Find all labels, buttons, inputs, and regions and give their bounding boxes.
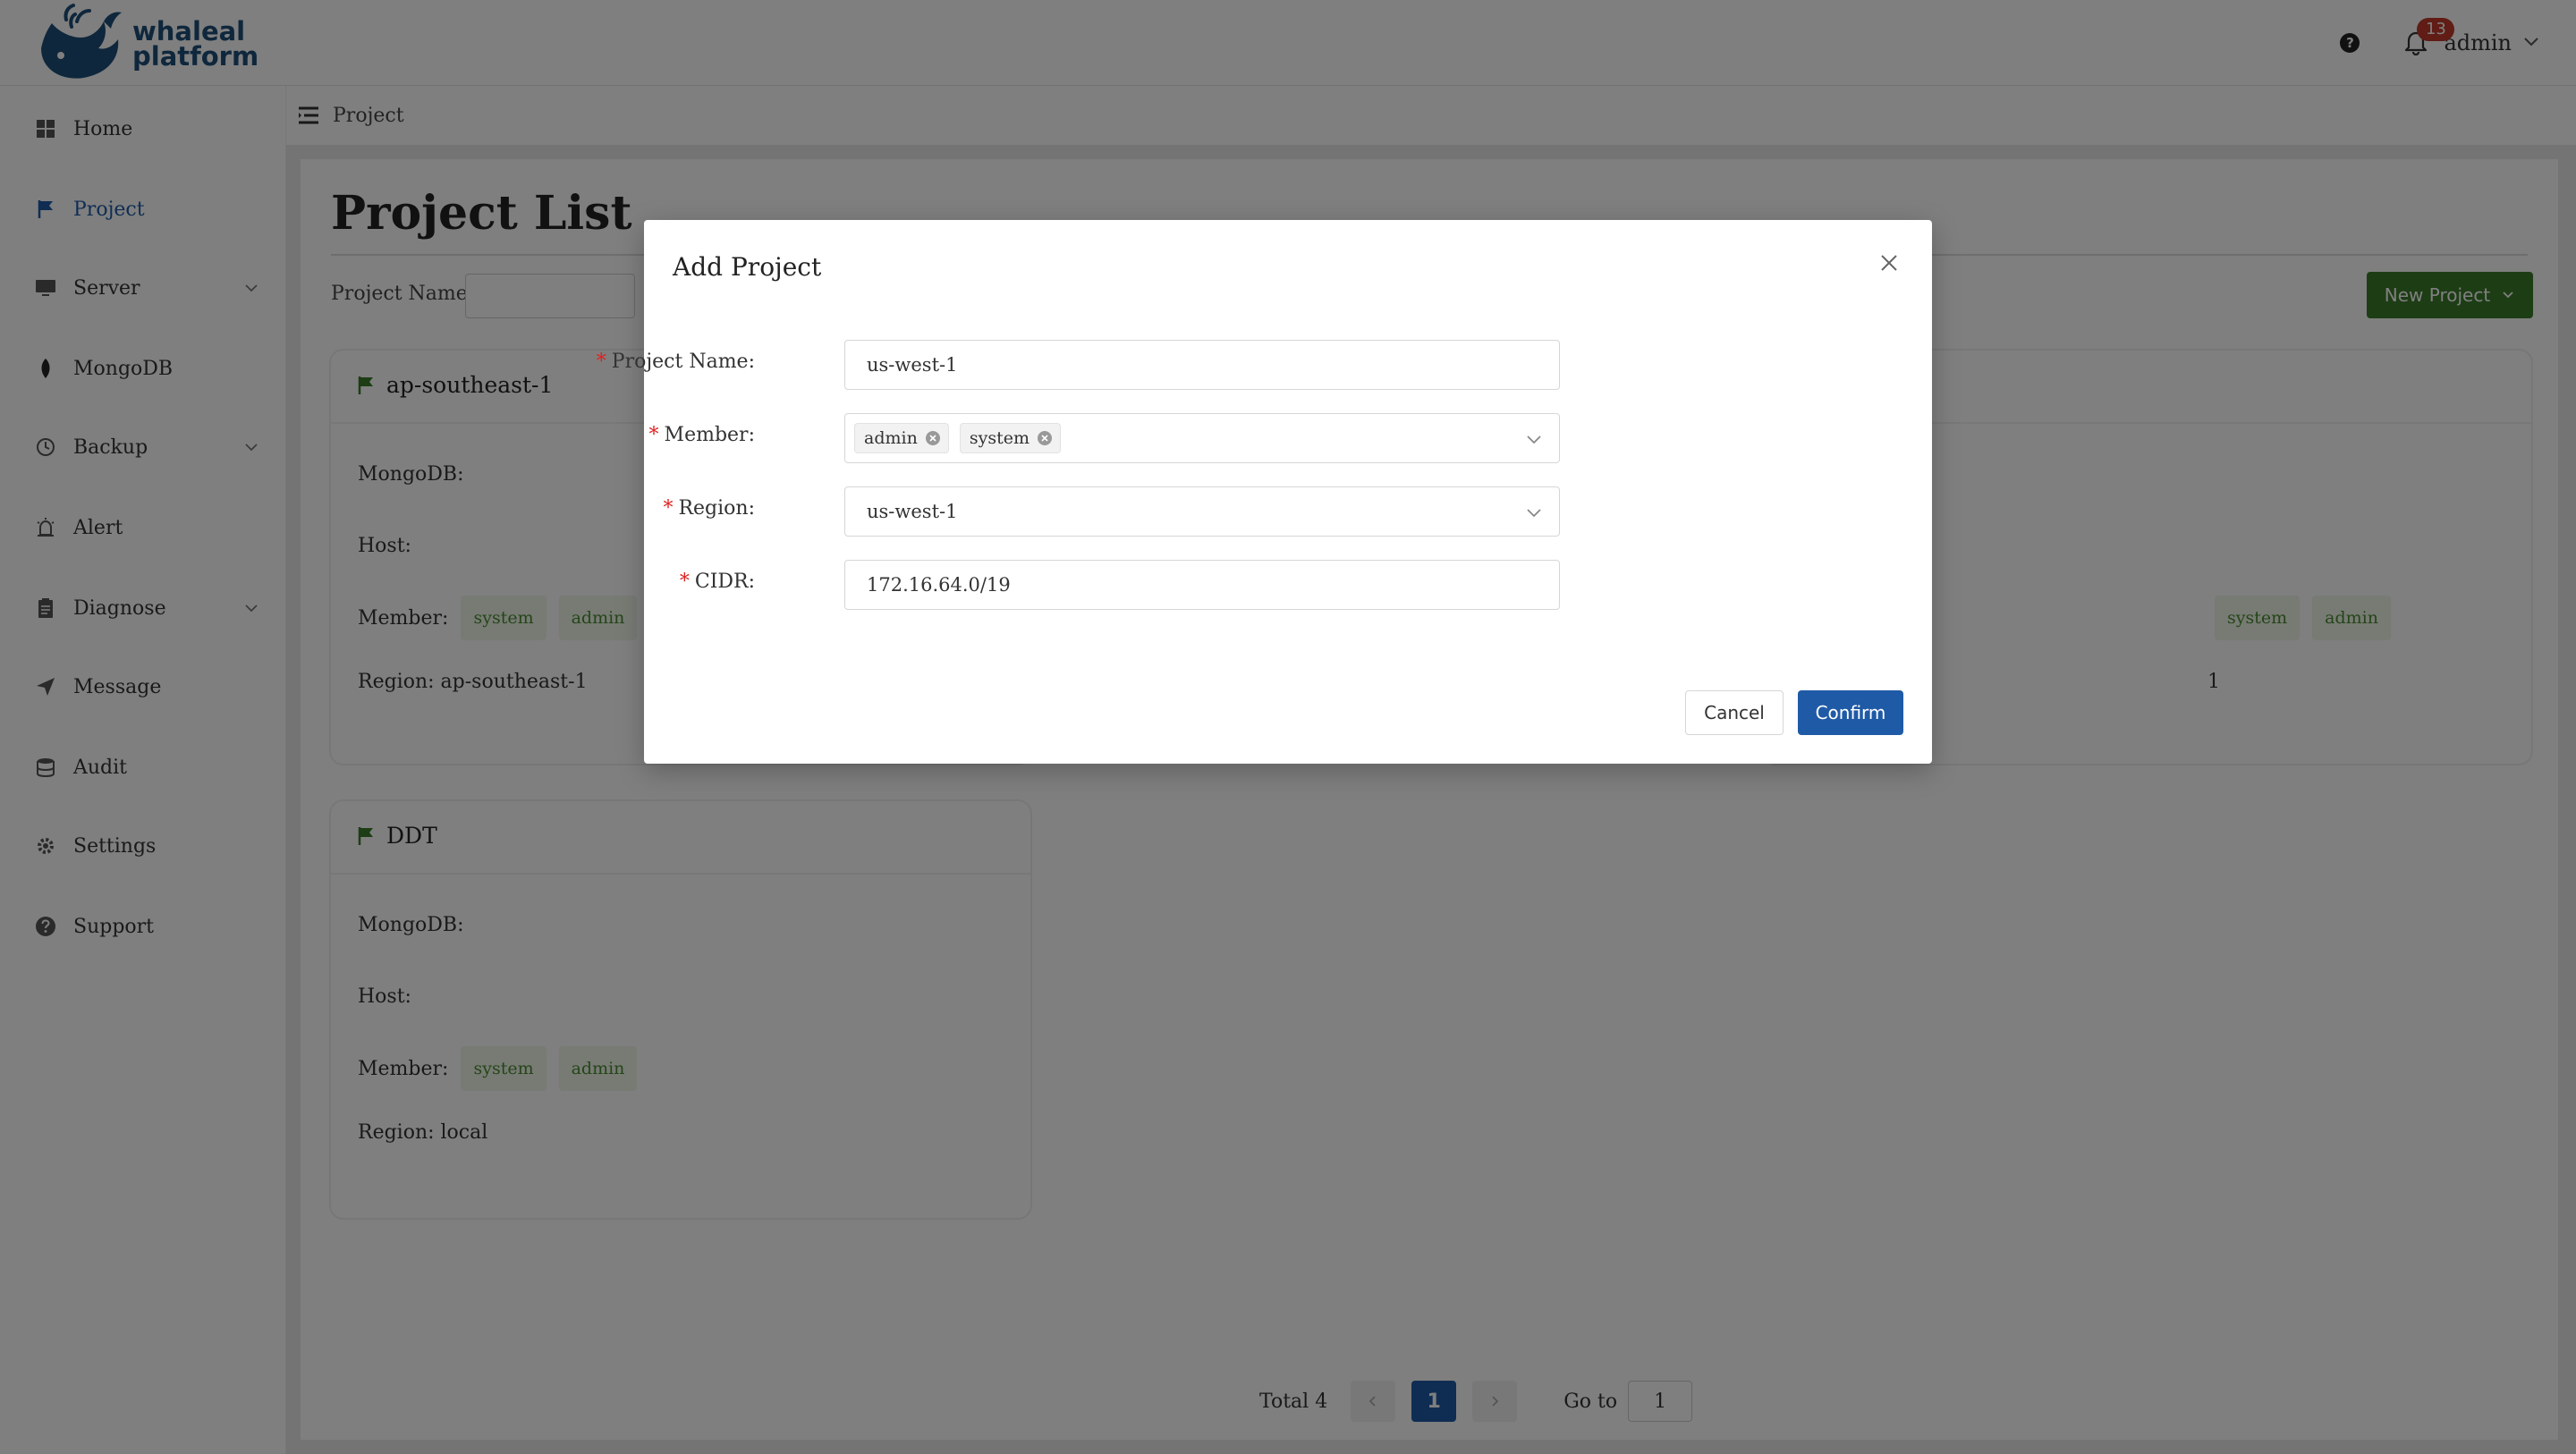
remove-tag-icon[interactable] bbox=[925, 430, 941, 446]
chevron-down-icon bbox=[1525, 430, 1543, 452]
member-tag: admin bbox=[854, 423, 949, 453]
add-project-dialog: Add Project * Project Name: us-west-1 * Me… bbox=[597, 220, 1932, 764]
cidr-label: CIDR: bbox=[694, 571, 755, 593]
required-mark: * bbox=[596, 351, 606, 373]
member-row: * Member: admin system bbox=[644, 413, 1932, 463]
required-mark: * bbox=[648, 424, 659, 446]
member-tag-label: system bbox=[969, 428, 1030, 448]
required-mark: * bbox=[663, 497, 674, 520]
region-select[interactable]: us-west-1 bbox=[844, 486, 1560, 537]
project-name-input[interactable]: us-west-1 bbox=[844, 340, 1560, 390]
chevron-down-icon bbox=[1525, 503, 1543, 526]
remove-tag-icon[interactable] bbox=[1037, 430, 1053, 446]
member-select[interactable]: admin system bbox=[844, 413, 1560, 463]
close-icon[interactable] bbox=[1878, 252, 1900, 274]
cancel-button[interactable]: Cancel bbox=[1685, 690, 1784, 735]
project-name-label: Project Name: bbox=[611, 351, 755, 373]
cidr-input[interactable]: 172.16.64.0/19 bbox=[844, 560, 1560, 610]
region-label: Region: bbox=[678, 497, 755, 520]
member-tag-label: admin bbox=[864, 428, 918, 448]
member-label: Member: bbox=[664, 424, 755, 446]
project-name-row: * Project Name: us-west-1 bbox=[597, 340, 1932, 390]
region-row: * Region: us-west-1 bbox=[644, 486, 1932, 537]
cidr-row: * CIDR: 172.16.64.0/19 bbox=[644, 560, 1932, 610]
region-value: us-west-1 bbox=[867, 501, 958, 522]
member-tag: system bbox=[959, 423, 1061, 453]
dialog-title: Add Project bbox=[673, 252, 822, 282]
required-mark: * bbox=[679, 571, 690, 593]
confirm-button[interactable]: Confirm bbox=[1798, 690, 1903, 735]
